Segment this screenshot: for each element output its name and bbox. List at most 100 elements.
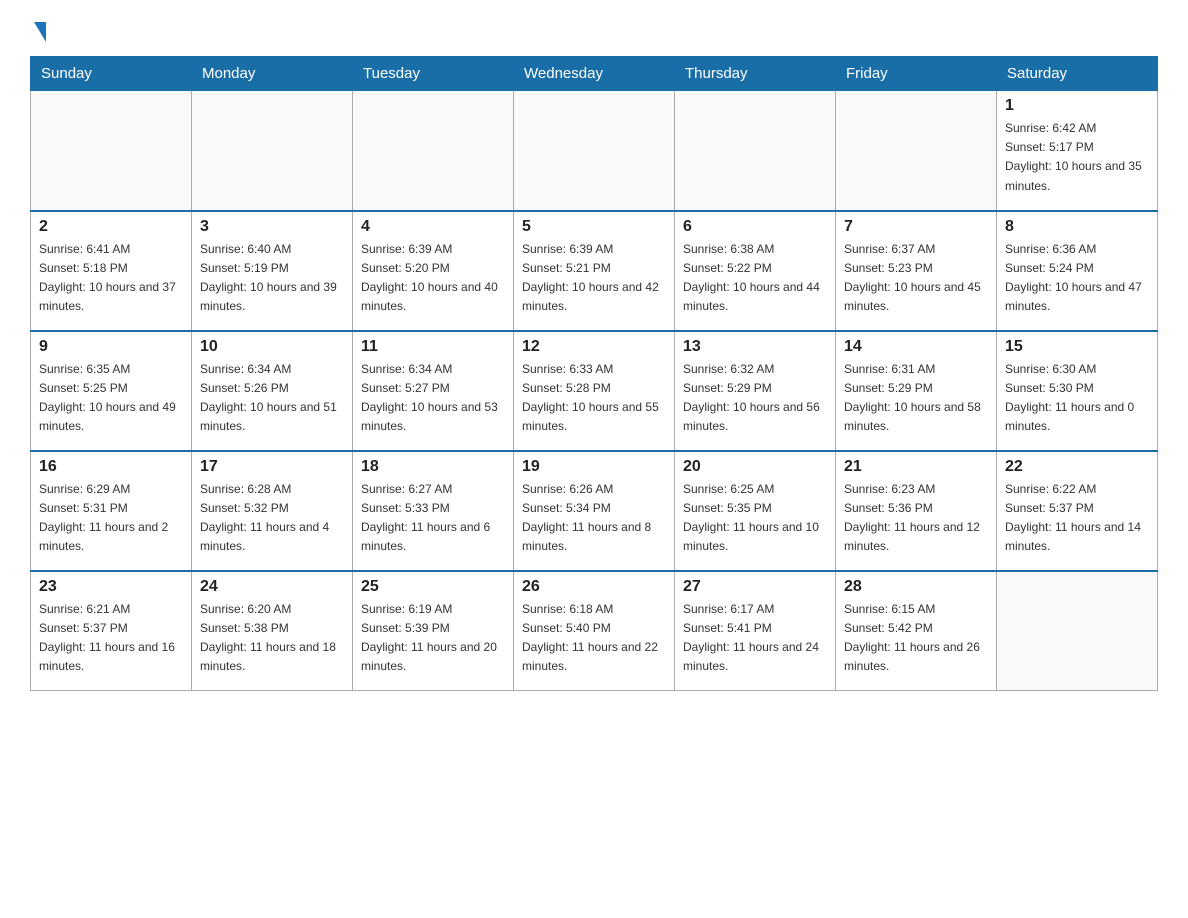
calendar-cell: 25 Sunrise: 6:19 AM Sunset: 5:39 PM Dayli… <box>353 571 514 691</box>
day-number: 22 <box>1005 458 1149 476</box>
calendar-cell: 9 Sunrise: 6:35 AM Sunset: 5:25 PM Daylig… <box>31 331 192 451</box>
calendar-cell: 8 Sunrise: 6:36 AM Sunset: 5:24 PM Daylig… <box>997 211 1158 331</box>
day-info: Sunrise: 6:17 AM Sunset: 5:41 PM Dayligh… <box>683 600 827 677</box>
day-header-thursday: Thursday <box>675 57 836 91</box>
calendar-cell <box>514 91 675 211</box>
day-header-wednesday: Wednesday <box>514 57 675 91</box>
day-number: 10 <box>200 338 344 356</box>
day-number: 16 <box>39 458 183 476</box>
day-number: 5 <box>522 218 666 236</box>
day-info: Sunrise: 6:33 AM Sunset: 5:28 PM Dayligh… <box>522 360 666 437</box>
day-number: 8 <box>1005 218 1149 236</box>
calendar-cell <box>836 91 997 211</box>
day-info: Sunrise: 6:25 AM Sunset: 5:35 PM Dayligh… <box>683 480 827 557</box>
day-info: Sunrise: 6:22 AM Sunset: 5:37 PM Dayligh… <box>1005 480 1149 557</box>
day-number: 14 <box>844 338 988 356</box>
calendar-cell <box>675 91 836 211</box>
day-info: Sunrise: 6:35 AM Sunset: 5:25 PM Dayligh… <box>39 360 183 437</box>
day-info: Sunrise: 6:34 AM Sunset: 5:27 PM Dayligh… <box>361 360 505 437</box>
calendar-cell: 6 Sunrise: 6:38 AM Sunset: 5:22 PM Daylig… <box>675 211 836 331</box>
day-number: 11 <box>361 338 505 356</box>
day-header-tuesday: Tuesday <box>353 57 514 91</box>
calendar-cell: 28Sunrise: 6:15 AM Sunset: 5:42 PM Dayli… <box>836 571 997 691</box>
day-info: Sunrise: 6:42 AM Sunset: 5:17 PM Dayligh… <box>1005 119 1149 196</box>
calendar-cell <box>31 91 192 211</box>
day-number: 3 <box>200 218 344 236</box>
day-number: 24 <box>200 578 344 596</box>
calendar-cell: 24 Sunrise: 6:20 AM Sunset: 5:38 PM Dayli… <box>192 571 353 691</box>
day-info: Sunrise: 6:37 AM Sunset: 5:23 PM Dayligh… <box>844 240 988 317</box>
calendar-cell: 17 Sunrise: 6:28 AM Sunset: 5:32 PM Dayli… <box>192 451 353 571</box>
day-number: 12 <box>522 338 666 356</box>
calendar-table: SundayMondayTuesdayWednesdayThursdayFrid… <box>30 56 1158 691</box>
day-header-sunday: Sunday <box>31 57 192 91</box>
day-number: 23 <box>39 578 183 596</box>
day-info: Sunrise: 6:38 AM Sunset: 5:22 PM Dayligh… <box>683 240 827 317</box>
day-info: Sunrise: 6:31 AM Sunset: 5:29 PM Dayligh… <box>844 360 988 437</box>
calendar-cell: 7 Sunrise: 6:37 AM Sunset: 5:23 PM Daylig… <box>836 211 997 331</box>
calendar-cell: 12 Sunrise: 6:33 AM Sunset: 5:28 PM Dayli… <box>514 331 675 451</box>
day-header-saturday: Saturday <box>997 57 1158 91</box>
day-info: Sunrise: 6:21 AM Sunset: 5:37 PM Dayligh… <box>39 600 183 677</box>
day-info: Sunrise: 6:39 AM Sunset: 5:21 PM Dayligh… <box>522 240 666 317</box>
calendar-cell <box>997 571 1158 691</box>
day-info: Sunrise: 6:29 AM Sunset: 5:31 PM Dayligh… <box>39 480 183 557</box>
day-info: Sunrise: 6:39 AM Sunset: 5:20 PM Dayligh… <box>361 240 505 317</box>
day-number: 17 <box>200 458 344 476</box>
day-number: 25 <box>361 578 505 596</box>
week-row-3: 9 Sunrise: 6:35 AM Sunset: 5:25 PM Daylig… <box>31 331 1158 451</box>
calendar-cell: 19 Sunrise: 6:26 AM Sunset: 5:34 PM Dayli… <box>514 451 675 571</box>
day-info: Sunrise: 6:23 AM Sunset: 5:36 PM Dayligh… <box>844 480 988 557</box>
day-info: Sunrise: 6:19 AM Sunset: 5:39 PM Dayligh… <box>361 600 505 677</box>
day-number: 6 <box>683 218 827 236</box>
calendar-cell: 18Sunrise: 6:27 AM Sunset: 5:33 PM Dayli… <box>353 451 514 571</box>
day-number: 2 <box>39 218 183 236</box>
calendar-cell: 20 Sunrise: 6:25 AM Sunset: 5:35 PM Dayli… <box>675 451 836 571</box>
logo-triangle-icon <box>34 22 46 42</box>
week-row-5: 23 Sunrise: 6:21 AM Sunset: 5:37 PM Dayli… <box>31 571 1158 691</box>
day-number: 20 <box>683 458 827 476</box>
calendar-cell: 26 Sunrise: 6:18 AM Sunset: 5:40 PM Dayli… <box>514 571 675 691</box>
day-number: 27 <box>683 578 827 596</box>
day-info: Sunrise: 6:30 AM Sunset: 5:30 PM Dayligh… <box>1005 360 1149 437</box>
calendar-cell: 3 Sunrise: 6:40 AM Sunset: 5:19 PM Daylig… <box>192 211 353 331</box>
day-number: 15 <box>1005 338 1149 356</box>
calendar-cell: 14 Sunrise: 6:31 AM Sunset: 5:29 PM Dayli… <box>836 331 997 451</box>
header <box>30 20 1158 40</box>
day-number: 9 <box>39 338 183 356</box>
day-number: 4 <box>361 218 505 236</box>
logo <box>30 20 46 40</box>
day-info: Sunrise: 6:41 AM Sunset: 5:18 PM Dayligh… <box>39 240 183 317</box>
day-info: Sunrise: 6:18 AM Sunset: 5:40 PM Dayligh… <box>522 600 666 677</box>
calendar-cell: 13Sunrise: 6:32 AM Sunset: 5:29 PM Dayli… <box>675 331 836 451</box>
day-info: Sunrise: 6:34 AM Sunset: 5:26 PM Dayligh… <box>200 360 344 437</box>
calendar-cell: 21 Sunrise: 6:23 AM Sunset: 5:36 PM Dayli… <box>836 451 997 571</box>
day-info: Sunrise: 6:26 AM Sunset: 5:34 PM Dayligh… <box>522 480 666 557</box>
calendar-cell: 11 Sunrise: 6:34 AM Sunset: 5:27 PM Dayli… <box>353 331 514 451</box>
day-info: Sunrise: 6:28 AM Sunset: 5:32 PM Dayligh… <box>200 480 344 557</box>
day-header-row: SundayMondayTuesdayWednesdayThursdayFrid… <box>31 57 1158 91</box>
calendar-cell: 27 Sunrise: 6:17 AM Sunset: 5:41 PM Dayli… <box>675 571 836 691</box>
calendar-cell: 16 Sunrise: 6:29 AM Sunset: 5:31 PM Dayli… <box>31 451 192 571</box>
day-number: 21 <box>844 458 988 476</box>
day-number: 19 <box>522 458 666 476</box>
day-info: Sunrise: 6:20 AM Sunset: 5:38 PM Dayligh… <box>200 600 344 677</box>
calendar-cell: 15 Sunrise: 6:30 AM Sunset: 5:30 PM Dayli… <box>997 331 1158 451</box>
day-info: Sunrise: 6:27 AM Sunset: 5:33 PM Dayligh… <box>361 480 505 557</box>
calendar-cell <box>353 91 514 211</box>
day-info: Sunrise: 6:36 AM Sunset: 5:24 PM Dayligh… <box>1005 240 1149 317</box>
day-number: 28 <box>844 578 988 596</box>
calendar-cell: 2 Sunrise: 6:41 AM Sunset: 5:18 PM Daylig… <box>31 211 192 331</box>
day-header-friday: Friday <box>836 57 997 91</box>
day-number: 13 <box>683 338 827 356</box>
calendar-cell: 22 Sunrise: 6:22 AM Sunset: 5:37 PM Dayli… <box>997 451 1158 571</box>
week-row-2: 2 Sunrise: 6:41 AM Sunset: 5:18 PM Daylig… <box>31 211 1158 331</box>
calendar-cell: 10 Sunrise: 6:34 AM Sunset: 5:26 PM Dayli… <box>192 331 353 451</box>
day-info: Sunrise: 6:40 AM Sunset: 5:19 PM Dayligh… <box>200 240 344 317</box>
week-row-4: 16 Sunrise: 6:29 AM Sunset: 5:31 PM Dayli… <box>31 451 1158 571</box>
day-number: 26 <box>522 578 666 596</box>
calendar-cell: 4 Sunrise: 6:39 AM Sunset: 5:20 PM Daylig… <box>353 211 514 331</box>
day-number: 7 <box>844 218 988 236</box>
calendar-cell: 1Sunrise: 6:42 AM Sunset: 5:17 PM Daylig… <box>997 91 1158 211</box>
week-row-1: 1Sunrise: 6:42 AM Sunset: 5:17 PM Daylig… <box>31 91 1158 211</box>
